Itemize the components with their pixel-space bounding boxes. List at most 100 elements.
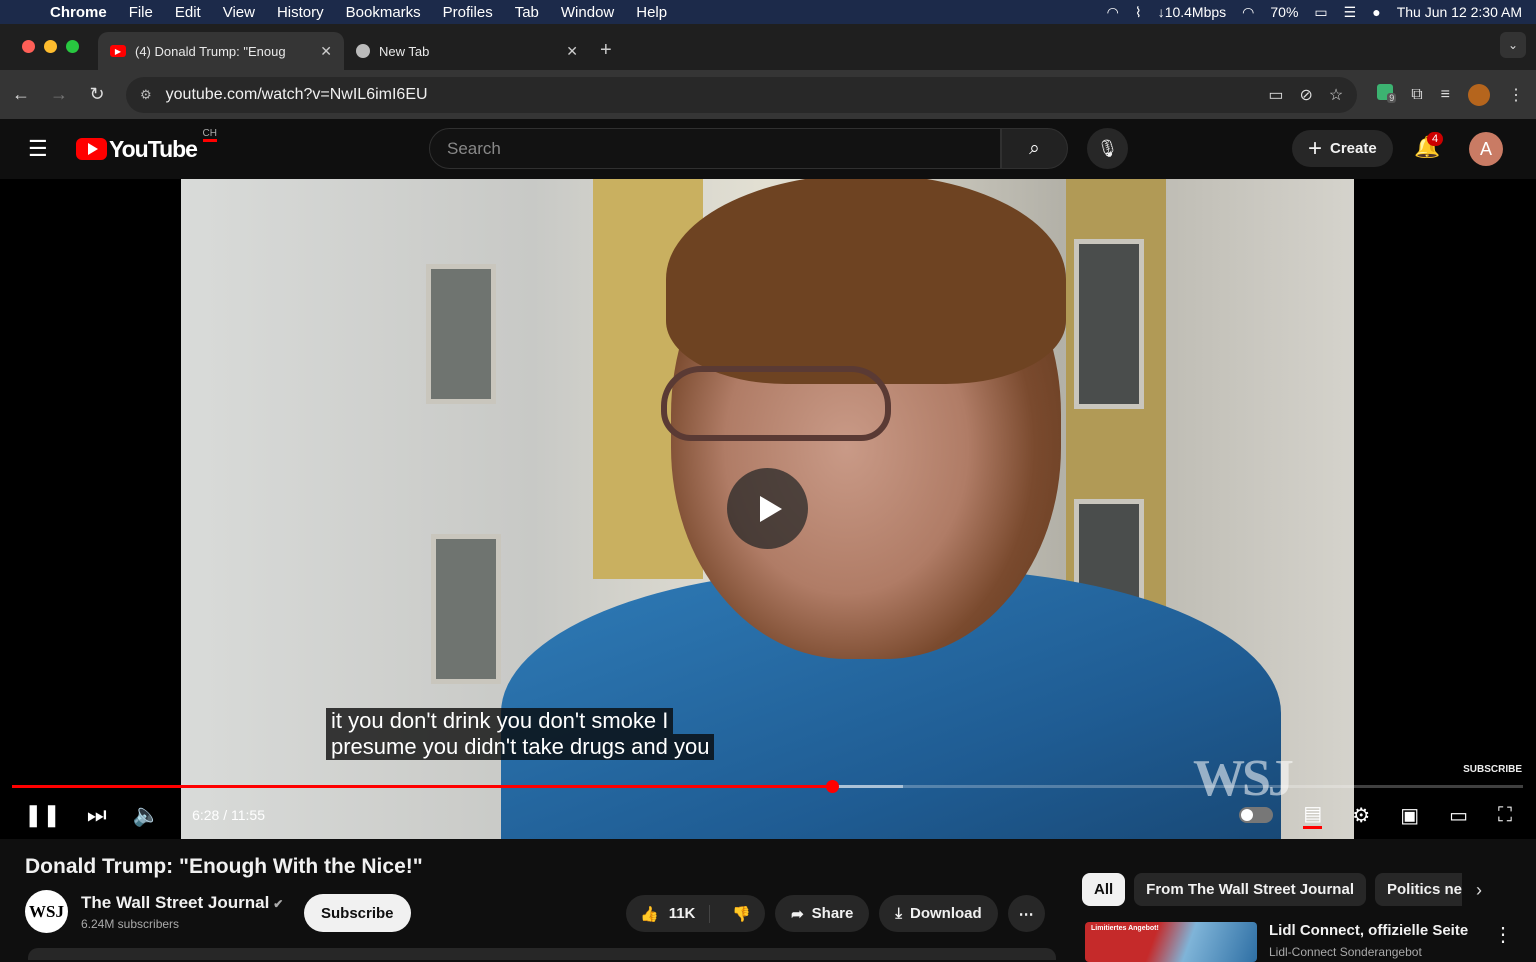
youtube-wordmark: YouTube	[109, 135, 198, 162]
center-play-button[interactable]	[727, 468, 808, 549]
menu-history[interactable]: History	[277, 4, 324, 21]
notifications-button[interactable]: 🔔 4	[1414, 132, 1444, 160]
related-filter-chips: All From The Wall Street Journal Politic…	[1082, 873, 1462, 906]
progress-bar[interactable]	[12, 780, 1523, 793]
tab-close-icon[interactable]: ✕	[566, 43, 578, 60]
create-label: Create	[1330, 140, 1377, 157]
subtitles-icon[interactable]: ▤	[1303, 801, 1323, 829]
voice-search-button[interactable]: 🎙	[1087, 128, 1128, 169]
zoom-window-button[interactable]	[66, 40, 79, 53]
search-button[interactable]: ⌕	[1001, 128, 1068, 169]
channel-name[interactable]: The Wall Street Journal	[81, 893, 269, 912]
ad-subtitle: Lidl-Connect Sonderangebot	[1269, 945, 1422, 959]
subscribe-watermark[interactable]: SUBSCRIBE	[1463, 764, 1522, 775]
ad-thumbnail[interactable]: Limitiertes Angebot!	[1085, 922, 1257, 962]
share-arrow-icon: ➦	[791, 905, 804, 923]
closed-caption: it you don't drink you don't smoke I pre…	[326, 708, 715, 760]
paperclip-icon[interactable]: ⌇	[1135, 4, 1142, 21]
dislike-button[interactable]: 👎	[718, 905, 765, 923]
reload-icon[interactable]: ↻	[88, 84, 106, 105]
eye-off-icon[interactable]: ⊘	[1299, 85, 1312, 105]
menu-window[interactable]: Window	[561, 4, 614, 21]
bookmark-star-icon[interactable]: ☆	[1329, 85, 1343, 105]
back-arrow-icon[interactable]: ←	[12, 84, 30, 105]
menu-help[interactable]: Help	[636, 4, 667, 21]
background-window	[1074, 239, 1144, 409]
tab-close-icon[interactable]: ✕	[320, 43, 332, 60]
menu-edit[interactable]: Edit	[175, 4, 201, 21]
wifi-icon[interactable]: ◠	[1242, 4, 1254, 21]
chrome-menu-icon[interactable]: ⋮	[1508, 85, 1524, 105]
video-player[interactable]: it you don't drink you don't smoke I pre…	[0, 179, 1536, 839]
profile-avatar-icon[interactable]	[1468, 83, 1490, 106]
menu-app[interactable]: Chrome	[50, 4, 107, 21]
menu-file[interactable]: File	[129, 4, 153, 21]
ellipsis-icon: ⋯	[1018, 905, 1034, 923]
chip-politics-news[interactable]: Politics new	[1374, 873, 1462, 906]
create-button[interactable]: + Create	[1292, 130, 1393, 167]
subscribe-button[interactable]: Subscribe	[304, 894, 411, 932]
control-center-icon[interactable]: ☰	[1344, 4, 1357, 21]
forward-arrow-icon[interactable]: →	[50, 84, 68, 105]
extensions-puzzle-icon[interactable]: ⧉	[1411, 86, 1422, 104]
menu-tab[interactable]: Tab	[515, 4, 539, 21]
site-info-icon[interactable]: ⚙	[140, 87, 152, 103]
cast-icon[interactable]: ▭	[1268, 85, 1283, 105]
thumbs-up-icon: 👍	[640, 905, 659, 923]
share-button[interactable]: ➦ Share	[775, 895, 870, 932]
account-avatar[interactable]: A	[1469, 132, 1503, 166]
ad-menu-icon[interactable]: ⋮	[1493, 922, 1513, 947]
tab-title: (4) Donald Trump: "Enoug	[135, 43, 286, 59]
settings-gear-icon[interactable]: ⚙	[1352, 803, 1370, 828]
tab-youtube[interactable]: ▶ (4) Donald Trump: "Enoug ✕	[98, 32, 344, 70]
pause-icon[interactable]: ❚❚	[24, 802, 61, 828]
new-tab-button[interactable]: +	[600, 39, 612, 70]
share-label: Share	[811, 905, 854, 922]
minimize-window-button[interactable]	[44, 40, 57, 53]
clock[interactable]: Thu Jun 12 2:30 AM	[1397, 4, 1522, 20]
theater-mode-icon[interactable]: ▭	[1449, 803, 1468, 828]
download-button[interactable]: ⤓ Download	[879, 895, 998, 932]
sponsored-ad[interactable]: Limitiertes Angebot! Lidl Connect, offiz…	[1085, 922, 1468, 962]
chip-from-wsj[interactable]: From The Wall Street Journal	[1134, 873, 1366, 906]
thumbs-down-icon: 👎	[732, 905, 752, 923]
tab-new-tab[interactable]: New Tab ✕	[344, 32, 590, 70]
next-icon[interactable]: ⏭	[87, 802, 107, 828]
country-code: CH	[202, 128, 217, 142]
volume-icon[interactable]: 🔈	[133, 802, 160, 828]
background-window	[426, 264, 496, 404]
search-input[interactable]: Search	[429, 128, 1001, 169]
media-controls-icon[interactable]: ≡	[1441, 86, 1450, 104]
time-display: 6:28 / 11:55	[192, 807, 266, 823]
macos-menubar: Chrome File Edit View History Bookmarks …	[0, 0, 1536, 24]
chip-all[interactable]: All	[1082, 873, 1126, 906]
like-button[interactable]: 👍 11K	[626, 904, 711, 923]
ad-title[interactable]: Lidl Connect, offizielle Seite	[1269, 922, 1468, 939]
fullscreen-icon[interactable]: ⛶	[1498, 804, 1512, 827]
arc-icon[interactable]: ◠	[1107, 4, 1119, 21]
url-text[interactable]: youtube.com/watch?v=NwIL6imI6EU	[166, 86, 428, 104]
menu-view[interactable]: View	[223, 4, 255, 21]
tab-search-chevron-icon[interactable]: ⌄	[1500, 32, 1526, 58]
video-title: Donald Trump: "Enough With the Nice!"	[25, 855, 423, 878]
menu-bookmarks[interactable]: Bookmarks	[346, 4, 421, 21]
background-window	[431, 534, 501, 684]
more-actions-button[interactable]: ⋯	[1007, 895, 1045, 932]
menu-profiles[interactable]: Profiles	[443, 4, 493, 21]
youtube-logo[interactable]: YouTube CH	[76, 128, 217, 163]
miniplayer-icon[interactable]: ▣	[1400, 803, 1419, 828]
chevron-right-icon[interactable]: ›	[1476, 880, 1482, 901]
subscriber-count: 6.24M subscribers	[81, 916, 180, 931]
battery-icon[interactable]: ▭	[1314, 4, 1327, 21]
autoplay-toggle[interactable]	[1239, 807, 1274, 823]
tab-strip: ▶ (4) Donald Trump: "Enoug ✕ New Tab ✕ +…	[0, 24, 1536, 70]
description-box-edge[interactable]	[28, 948, 1056, 960]
hamburger-menu-icon[interactable]: ☰	[28, 136, 50, 162]
youtube-header: ☰ YouTube CH Search ⌕ 🎙 + Create 🔔 4	[0, 119, 1536, 179]
close-window-button[interactable]	[22, 40, 35, 53]
siri-icon[interactable]: ●	[1372, 4, 1380, 20]
channel-avatar[interactable]: WSJ	[25, 890, 68, 933]
caption-line: presume you didn't take drugs and you	[326, 734, 715, 760]
address-bar[interactable]: ⚙ youtube.com/watch?v=NwIL6imI6EU ▭ ⊘ ☆	[126, 76, 1358, 113]
extension-green-icon[interactable]: 9	[1377, 84, 1397, 105]
